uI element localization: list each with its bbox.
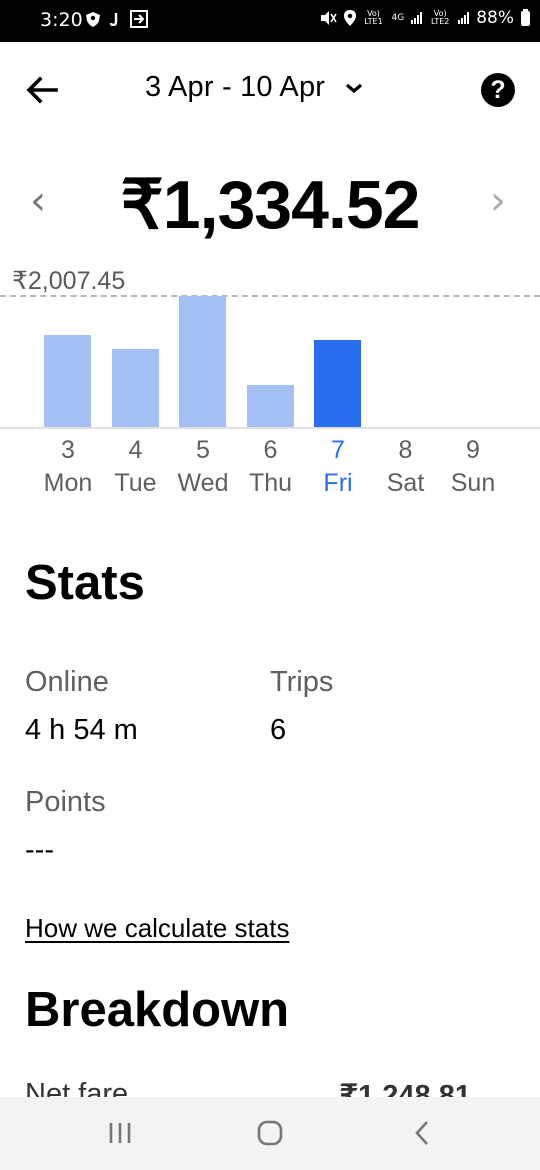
cast-icon (130, 10, 148, 28)
bar-mon[interactable] (44, 335, 91, 427)
day-number: 8 (398, 436, 413, 464)
network-1-label: Vo) LTE1 (364, 9, 383, 26)
day-name: Sat (386, 469, 425, 497)
day-number: 6 (263, 436, 278, 464)
network-2-label: Vo) LTE2 (431, 9, 450, 26)
trips-label: Trips (270, 666, 334, 698)
stats-heading: Stats (25, 556, 145, 610)
date-range-selector[interactable]: 3 Apr - 10 Apr (145, 71, 365, 104)
bar-wed[interactable] (179, 296, 226, 427)
status-right: Vo) LTE1 4G Vo) LTE2 88% (319, 8, 530, 28)
status-bar: 3:20 Vo) LTE1 4G Vo) LTE2 88% (0, 0, 540, 42)
home-icon[interactable] (250, 1117, 290, 1149)
help-icon[interactable]: ? (481, 73, 515, 107)
day-number: 9 (466, 436, 480, 464)
location-icon (343, 10, 356, 26)
battery-percent: 88% (476, 8, 514, 28)
day-label-fri[interactable]: 7 Fri (304, 434, 372, 500)
chart-max-label: ₹2,007.45 (12, 267, 126, 295)
day-label-thu[interactable]: 6 Thu (237, 434, 305, 500)
day-number: 7 (331, 436, 345, 464)
day-number: 5 (196, 436, 210, 464)
points-value: --- (25, 834, 54, 866)
total-earnings-amount: ₹1,334.52 (120, 167, 421, 243)
bar-thu[interactable] (246, 385, 294, 427)
bar-fri[interactable] (314, 340, 361, 427)
online-label: Online (25, 666, 109, 698)
notification-icons (86, 10, 148, 28)
shield-notification-icon (86, 11, 100, 27)
day-label-sun[interactable]: 9 Sun (439, 434, 507, 500)
earnings-screen: 3:20 Vo) LTE1 4G Vo) LTE2 88% 3 Apr - 10… (0, 0, 540, 1170)
chart-baseline (0, 427, 540, 429)
recent-apps-icon[interactable] (100, 1117, 140, 1149)
battery-icon (521, 8, 530, 26)
header: 3 Apr - 10 Apr ? (0, 42, 540, 138)
date-range-label: 3 Apr - 10 Apr (145, 71, 326, 103)
day-name: Mon (43, 469, 93, 497)
trips-value: 6 (270, 714, 287, 746)
chevron-down-icon (346, 83, 363, 93)
chart-max-line (0, 295, 540, 297)
earnings-bar-chart: ₹2,007.45 3 Mon 4 Tue 5 Wed 6 Thu 7 Fri 8 Sat 9 Sun (0, 262, 540, 502)
online-value: 4 h 54 m (25, 714, 138, 746)
signal-1-icon (411, 12, 423, 24)
day-number: 3 (61, 436, 75, 464)
earnings-summary: ‹ ₹1,334.52 › (0, 158, 540, 254)
system-navigation-bar (0, 1097, 540, 1170)
day-name: Thu (248, 469, 293, 497)
day-name: Tue (114, 469, 157, 497)
points-label: Points (25, 786, 106, 818)
status-time: 3:20 (40, 9, 83, 31)
network-type-label: 4G (391, 13, 405, 23)
back-arrow-icon[interactable] (22, 70, 62, 110)
bar-tue[interactable] (111, 349, 159, 427)
day-name: Fri (323, 469, 353, 497)
signal-2-icon (458, 12, 470, 24)
j-app-icon (110, 13, 118, 26)
day-label-tue[interactable]: 4 Tue (102, 434, 170, 500)
day-number: 4 (128, 436, 143, 464)
breakdown-heading: Breakdown (25, 983, 290, 1037)
day-name: Wed (177, 469, 229, 497)
next-week-arrow[interactable]: › (490, 178, 506, 224)
back-nav-icon[interactable] (402, 1117, 442, 1149)
day-name: Sun (450, 469, 496, 497)
day-label-mon[interactable]: 3 Mon (34, 434, 102, 500)
mute-icon (320, 11, 337, 25)
day-label-sat[interactable]: 8 Sat (372, 434, 440, 500)
day-label-wed[interactable]: 5 Wed (169, 434, 237, 500)
how-we-calculate-stats-link[interactable]: How we calculate stats (25, 913, 289, 944)
